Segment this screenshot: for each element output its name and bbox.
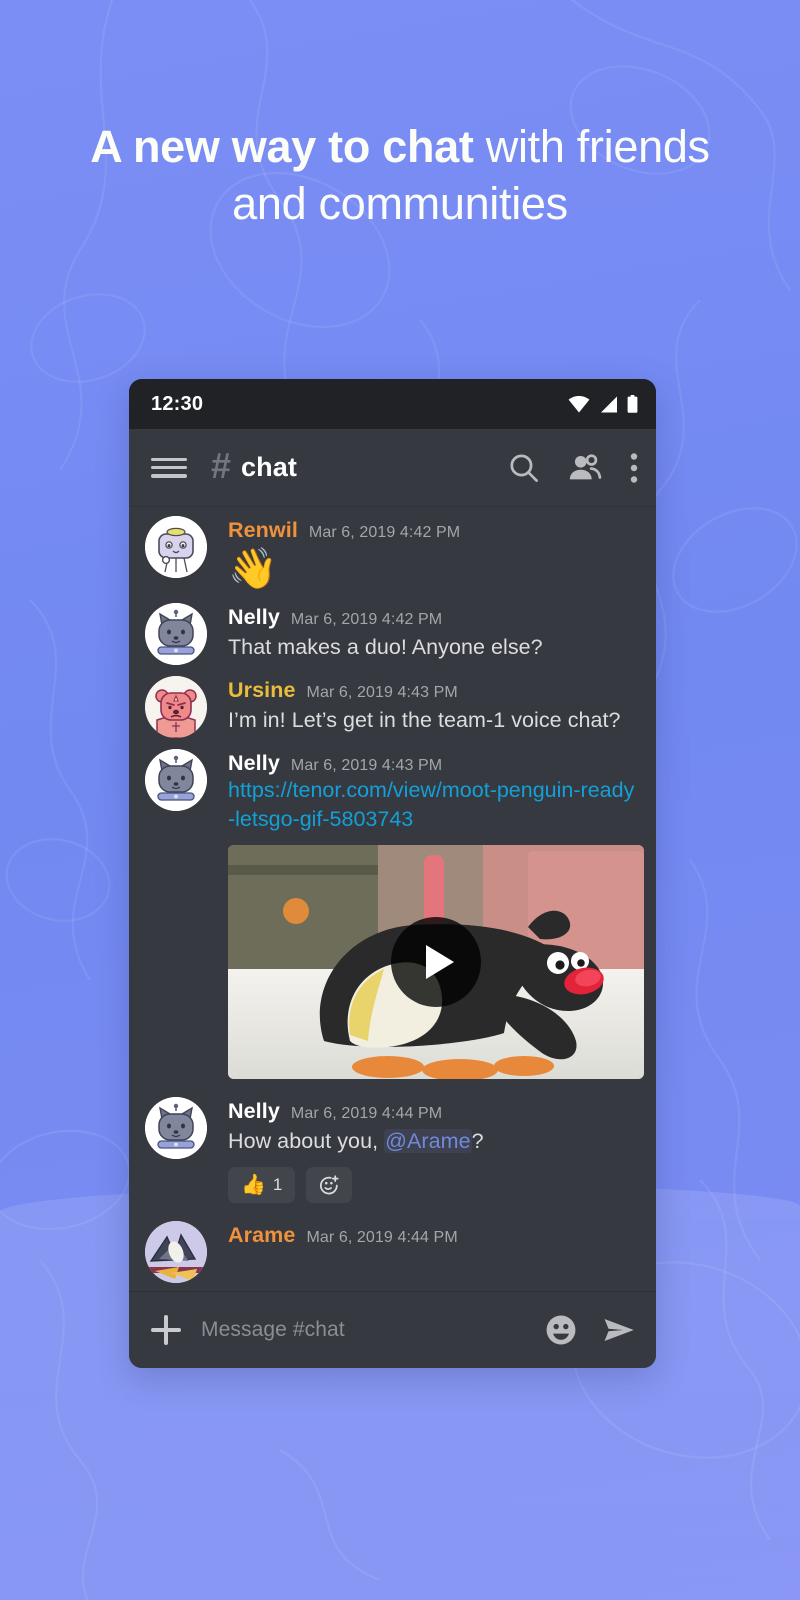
- message-meta: Renwil Mar 6, 2019 4:42 PM: [228, 518, 640, 543]
- message-meta: Nelly Mar 6, 2019 4:44 PM: [228, 1099, 640, 1124]
- tenor-gif-embed[interactable]: [228, 845, 644, 1080]
- message-link[interactable]: https://tenor.com/view/moot-penguin-read…: [228, 778, 634, 831]
- message-meta: Nelly Mar 6, 2019 4:43 PM: [228, 751, 640, 776]
- message-item[interactable]: Arame Mar 6, 2019 4:44 PM: [129, 1205, 656, 1285]
- play-icon[interactable]: [391, 917, 481, 1008]
- message-author[interactable]: Nelly: [228, 1099, 280, 1124]
- promo-headline: A new way to chat with friends and commu…: [0, 118, 800, 232]
- message-body: Arame Mar 6, 2019 4:44 PM: [228, 1221, 640, 1248]
- channel-hash-icon: #: [211, 445, 232, 486]
- message-author[interactable]: Arame: [228, 1223, 295, 1248]
- message-author[interactable]: Ursine: [228, 678, 296, 703]
- hamburger-menu-icon[interactable]: [151, 455, 187, 481]
- channel-header: # chat: [129, 429, 656, 507]
- battery-icon: [627, 395, 638, 413]
- message-list[interactable]: Renwil Mar 6, 2019 4:42 PM 👋 Nelly Mar 6…: [129, 507, 656, 1291]
- overflow-menu-icon[interactable]: [630, 452, 638, 484]
- message-author[interactable]: Nelly: [228, 605, 280, 630]
- message-meta: Ursine Mar 6, 2019 4:43 PM: [228, 678, 640, 703]
- message-item[interactable]: Nelly Mar 6, 2019 4:43 PM https://tenor.…: [129, 740, 656, 1083]
- cell-signal-icon: [599, 396, 618, 413]
- phone-mockup: 12:30 # chat Renwil Mar 6, 2019 4:42 PM …: [129, 379, 656, 1368]
- message-timestamp: Mar 6, 2019 4:44 PM: [290, 1105, 443, 1123]
- message-text: 👋: [228, 547, 278, 591]
- message-author[interactable]: Renwil: [228, 518, 298, 543]
- wifi-icon: [568, 395, 590, 413]
- members-icon[interactable]: [568, 451, 602, 485]
- status-system-icons: [568, 395, 638, 413]
- message-meta: Arame Mar 6, 2019 4:44 PM: [228, 1223, 640, 1248]
- add-reaction-icon[interactable]: [306, 1166, 353, 1203]
- message-reactions: 👍 1: [228, 1166, 640, 1203]
- channel-name: chat: [241, 452, 297, 482]
- message-timestamp: Mar 6, 2019 4:42 PM: [308, 524, 461, 541]
- reaction-pill[interactable]: 👍 1: [228, 1166, 296, 1203]
- renwil-avatar[interactable]: [145, 516, 207, 578]
- thumbsup-emoji-icon: 👍: [241, 1173, 266, 1196]
- message-body: Nelly Mar 6, 2019 4:42 PM That makes a d…: [228, 603, 640, 662]
- message-meta: Nelly Mar 6, 2019 4:42 PM: [228, 605, 640, 630]
- plus-icon[interactable]: [151, 1315, 181, 1345]
- message-body: Nelly Mar 6, 2019 4:43 PM https://tenor.…: [228, 749, 644, 1081]
- message-author[interactable]: Nelly: [228, 751, 280, 776]
- ursine-avatar[interactable]: [145, 676, 207, 738]
- reaction-count: 1: [272, 1174, 283, 1194]
- nelly-avatar[interactable]: [145, 749, 207, 811]
- message-timestamp: Mar 6, 2019 4:43 PM: [290, 757, 443, 774]
- message-item[interactable]: Nelly Mar 6, 2019 4:44 PM How about you,…: [129, 1083, 656, 1205]
- message-body: Renwil Mar 6, 2019 4:42 PM 👋: [228, 516, 640, 592]
- emoji-icon[interactable]: [544, 1313, 578, 1347]
- message-timestamp: Mar 6, 2019 4:43 PM: [306, 684, 458, 701]
- message-text-after: ?: [471, 1129, 484, 1154]
- nelly-avatar[interactable]: [145, 603, 207, 665]
- message-timestamp: Mar 6, 2019 4:42 PM: [290, 611, 443, 628]
- message-item[interactable]: Nelly Mar 6, 2019 4:42 PM That makes a d…: [129, 594, 656, 667]
- message-text-before: How about you,: [228, 1129, 385, 1154]
- user-mention[interactable]: @Arame: [384, 1129, 472, 1154]
- message-timestamp: Mar 6, 2019 4:44 PM: [306, 1228, 458, 1246]
- message-text: I’m in! Let’s get in the team-1 voice ch…: [228, 708, 621, 732]
- message-body: Ursine Mar 6, 2019 4:43 PM I’m in! Let’s…: [228, 676, 640, 735]
- message-item[interactable]: Renwil Mar 6, 2019 4:42 PM 👋: [129, 507, 656, 594]
- search-icon[interactable]: [507, 451, 540, 484]
- send-icon[interactable]: [602, 1313, 636, 1347]
- message-text: How about you, @Arame?: [228, 1127, 640, 1156]
- message-body: Nelly Mar 6, 2019 4:44 PM How about you,…: [228, 1097, 640, 1203]
- status-clock: 12:30: [151, 392, 204, 415]
- message-text: That makes a duo! Anyone else?: [228, 635, 543, 659]
- arame-avatar[interactable]: [145, 1220, 207, 1283]
- message-item[interactable]: Ursine Mar 6, 2019 4:43 PM I’m in! Let’s…: [129, 667, 656, 740]
- headline-strong: A new way to chat: [90, 121, 474, 172]
- message-input[interactable]: Message #chat: [201, 1318, 520, 1342]
- nelly-avatar[interactable]: [145, 1097, 207, 1160]
- status-bar: 12:30: [129, 379, 656, 429]
- message-input-bar: Message #chat: [129, 1291, 656, 1368]
